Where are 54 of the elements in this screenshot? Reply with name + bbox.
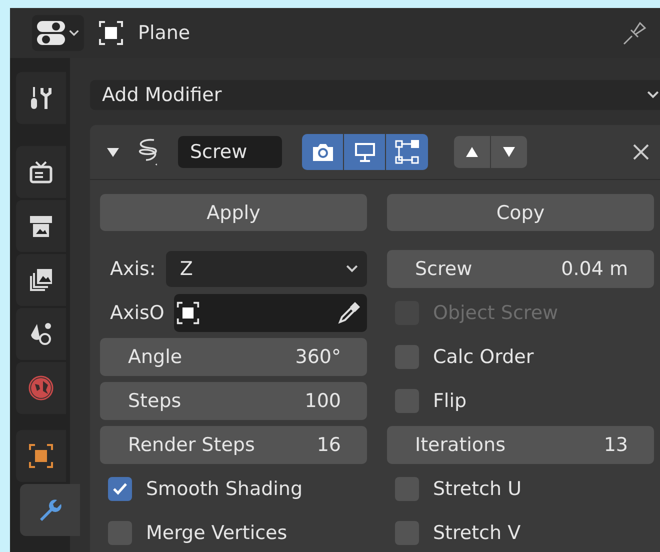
- checkbox[interactable]: Calc Order: [387, 338, 654, 376]
- checkbox[interactable]: Smooth Shading: [100, 470, 367, 508]
- triangle-down-icon: [502, 146, 516, 158]
- object-icon: [98, 20, 124, 46]
- monitor-icon: [354, 142, 376, 162]
- object-name: Plane: [138, 22, 192, 44]
- collapse-toggle[interactable]: [106, 145, 120, 159]
- modifier-name-field[interactable]: Screw: [178, 136, 282, 168]
- visibility-toggle[interactable]: [386, 134, 428, 170]
- chevron-down-icon: [646, 90, 660, 100]
- properties-tab[interactable]: [16, 254, 66, 306]
- pin-icon[interactable]: [622, 20, 648, 46]
- visibility-toggle[interactable]: [302, 134, 344, 170]
- properties-tab[interactable]: [16, 72, 66, 124]
- number-field[interactable]: Render Steps 16: [100, 426, 367, 464]
- checkbox[interactable]: Stretch V: [387, 514, 654, 552]
- scene-icon: [28, 321, 54, 347]
- globe-icon: [28, 375, 54, 401]
- printer-icon: [28, 213, 54, 239]
- chevron-down-icon: [68, 28, 80, 38]
- eyedropper-icon: [337, 301, 361, 325]
- checkbox[interactable]: Flip: [387, 382, 654, 420]
- checkbox[interactable]: Stretch U: [387, 470, 654, 508]
- object-icon: [28, 443, 54, 469]
- field-label: AxisO: [110, 302, 164, 324]
- image-stack-icon: [28, 267, 54, 293]
- number-field[interactable]: Screw 0.04 m: [387, 250, 654, 288]
- number-field[interactable]: Angle 360°: [100, 338, 367, 376]
- properties-tab[interactable]: [16, 308, 66, 360]
- copy-button[interactable]: Copy: [387, 194, 654, 231]
- properties-tab[interactable]: [16, 146, 66, 198]
- close-button[interactable]: [632, 143, 650, 161]
- number-field[interactable]: Iterations 13: [387, 426, 654, 464]
- properties-tab[interactable]: [16, 200, 66, 252]
- properties-editor-icon: [36, 20, 66, 46]
- apply-button[interactable]: Apply: [100, 194, 367, 231]
- axis-dropdown[interactable]: Z: [166, 251, 367, 287]
- edit-mode-icon: [395, 140, 419, 164]
- triangle-icon: [106, 145, 120, 159]
- object-icon: [176, 301, 200, 325]
- field-label: Axis:: [110, 258, 156, 280]
- object-field[interactable]: [174, 294, 367, 332]
- chevron-down-icon: [345, 264, 359, 274]
- move-up-button[interactable]: [454, 136, 490, 168]
- move-down-button[interactable]: [491, 136, 527, 168]
- editor-type-button[interactable]: [32, 15, 84, 51]
- triangle-up-icon: [465, 146, 479, 158]
- properties-tab[interactable]: [16, 430, 66, 482]
- checkbox[interactable]: Merge Vertices: [100, 514, 367, 552]
- visibility-toggle[interactable]: [344, 134, 386, 170]
- add-modifier-dropdown[interactable]: Add Modifier: [90, 80, 660, 110]
- close-icon: [632, 143, 650, 161]
- number-field[interactable]: Steps 100: [100, 382, 367, 420]
- tool-icon: [28, 85, 54, 111]
